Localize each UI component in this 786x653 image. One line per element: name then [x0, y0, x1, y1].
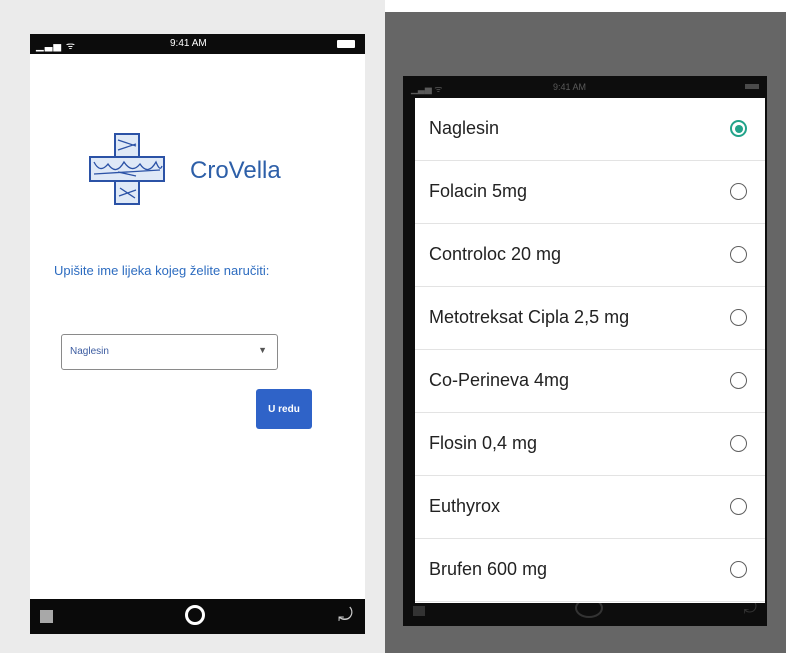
medication-select[interactable]: Naglesin ▼ — [61, 334, 278, 370]
medical-cross-logo-icon — [89, 133, 165, 205]
radio-selected-icon[interactable] — [730, 120, 747, 137]
radio-unselected-icon[interactable] — [730, 309, 747, 326]
option-row[interactable]: Flosin 0,4 mg — [415, 413, 765, 476]
ok-button[interactable]: U redu — [256, 389, 312, 429]
radio-unselected-icon[interactable] — [730, 246, 747, 263]
radio-unselected-icon[interactable] — [730, 435, 747, 452]
option-row[interactable]: Brufen 600 mg — [415, 539, 765, 602]
radio-unselected-icon[interactable] — [730, 498, 747, 515]
radio-unselected-icon[interactable] — [730, 561, 747, 578]
signal-wifi-icon: ▁▃▅ ᯤ — [411, 84, 443, 94]
home-icon[interactable] — [185, 605, 205, 625]
option-label: Metotreksat Cipla 2,5 mg — [429, 307, 630, 327]
navigation-bar: ⤾ — [30, 599, 365, 634]
app-body: CroVella Upišite ime lijeka kojeg želite… — [30, 54, 365, 599]
back-icon[interactable]: ⤾ — [338, 605, 353, 626]
recent-apps-icon[interactable] — [413, 606, 425, 616]
battery-icon — [745, 84, 759, 89]
option-label: Brufen 600 mg — [429, 559, 548, 579]
status-bar: ▁▃▅ ᯤ 9:41 AM — [403, 76, 767, 98]
option-label: Co-Perineva 4mg — [429, 370, 570, 390]
option-label: Flosin 0,4 mg — [429, 433, 538, 453]
medication-options-dialog: Naglesin Folacin 5mg Controloc 20 mg Metotr… — [415, 98, 765, 603]
option-row[interactable]: Euthyrox — [415, 476, 765, 539]
radio-unselected-icon[interactable] — [730, 372, 747, 389]
battery-icon — [337, 40, 355, 48]
option-row[interactable]: Controloc 20 mg — [415, 224, 765, 287]
select-value: Naglesin — [70, 346, 109, 357]
medication-prompt: Upišite ime lijeka kojeg želite naručiti… — [54, 263, 270, 278]
option-row[interactable]: Metotreksat Cipla 2,5 mg — [415, 287, 765, 350]
recent-apps-icon[interactable] — [40, 610, 53, 623]
option-label: Folacin 5mg — [429, 181, 528, 201]
radio-unselected-icon[interactable] — [730, 183, 747, 200]
option-label: Controloc 20 mg — [429, 244, 562, 264]
signal-wifi-icon: ▁▃▅ ᯤ — [36, 41, 76, 52]
status-time: 9:41 AM — [170, 38, 207, 49]
brand-name: CroVella — [190, 157, 281, 184]
option-row[interactable]: Folacin 5mg — [415, 161, 765, 224]
option-label: Naglesin — [429, 118, 500, 138]
option-label: Euthyrox — [429, 496, 501, 516]
dropdown-arrow-icon: ▼ — [258, 345, 267, 355]
login-phone-screen: ▁▃▅ ᯤ 9:41 AM CroVella Upišite ime lijek… — [30, 34, 365, 634]
option-row[interactable]: Co-Perineva 4mg — [415, 350, 765, 413]
status-time: 9:41 AM — [553, 82, 587, 92]
option-row[interactable]: Naglesin — [415, 98, 765, 161]
left-screenshot-panel: ▁▃▅ ᯤ 9:41 AM CroVella Upišite ime lijek… — [0, 0, 385, 653]
status-bar: ▁▃▅ ᯤ 9:41 AM — [30, 34, 365, 54]
